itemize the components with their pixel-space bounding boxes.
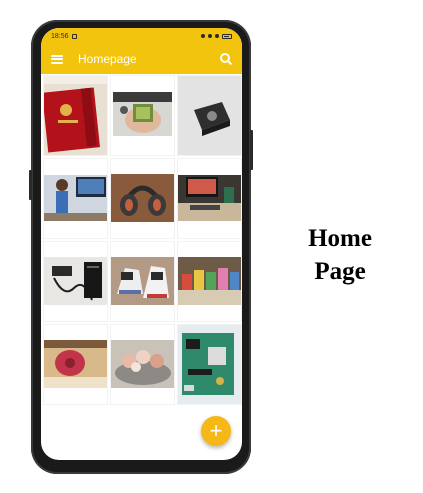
caption-line-1: Home (308, 225, 372, 252)
photo-tile[interactable] (178, 242, 241, 321)
photo-tile[interactable] (178, 159, 241, 238)
photo-tile[interactable] (44, 159, 107, 238)
add-button[interactable]: + (201, 416, 231, 446)
photo-stuffed-toys (111, 325, 174, 404)
photo-tile[interactable] (111, 325, 174, 404)
volume-button (29, 170, 32, 200)
status-time: 18:56 (51, 32, 69, 40)
app-bar: Homepage (41, 44, 242, 74)
slide-caption: Home Page (290, 222, 390, 288)
notification-icon (71, 33, 77, 39)
photo-tile[interactable] (178, 76, 241, 155)
photo-circuit-board (178, 325, 241, 404)
photo-charger (44, 242, 107, 321)
menu-icon[interactable] (51, 54, 63, 64)
photo-black-box (178, 76, 241, 155)
photo-grid (44, 76, 241, 404)
search-icon[interactable] (220, 53, 232, 65)
status-bar: 18:56 (41, 28, 242, 44)
photo-computer-desk (178, 159, 241, 238)
photo-electronic-module (111, 76, 174, 155)
photo-small-figures (178, 242, 241, 321)
photo-figurine (44, 159, 107, 238)
photo-headphones (111, 159, 174, 238)
photo-tile[interactable] (44, 325, 107, 404)
add-icon: + (209, 418, 223, 443)
photo-tile[interactable] (178, 325, 241, 404)
photo-red-speaker (44, 325, 107, 404)
photo-tile[interactable] (111, 242, 174, 321)
wifi-icon (215, 34, 219, 38)
power-button (250, 130, 253, 170)
photo-tile[interactable] (44, 76, 107, 155)
photo-tile[interactable] (44, 242, 107, 321)
photo-sneakers (111, 242, 174, 321)
phone-screen: 18:56 Homepage + (41, 28, 242, 460)
alarm-icon (208, 34, 212, 38)
bluetooth-icon (201, 34, 205, 38)
photo-red-book (44, 76, 107, 155)
photo-tile[interactable] (111, 76, 174, 155)
battery-icon (222, 33, 232, 39)
page-title: Homepage (78, 52, 137, 66)
caption-line-2: Page (314, 258, 366, 285)
photo-tile[interactable] (111, 159, 174, 238)
